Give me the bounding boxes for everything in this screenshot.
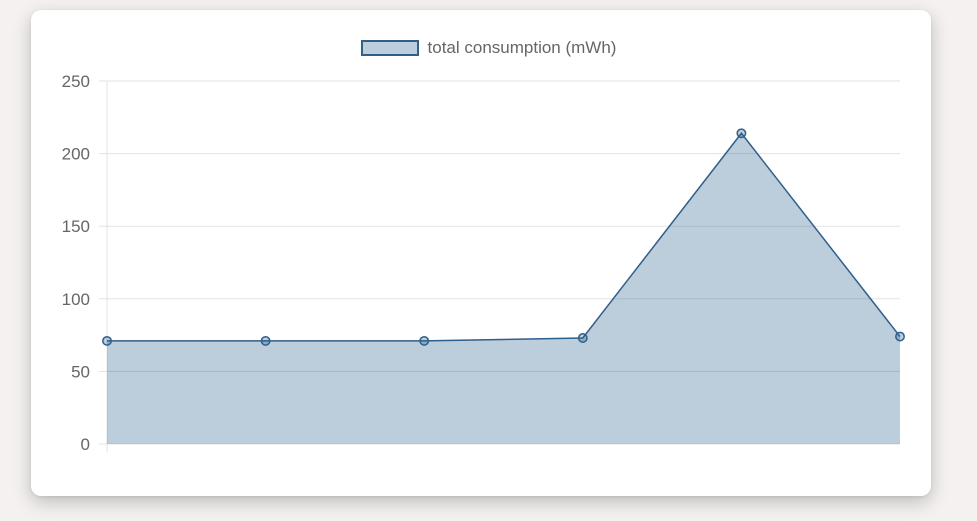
series-layer — [107, 132, 901, 444]
y-tick-label: 150 — [62, 217, 90, 236]
data-point — [102, 335, 112, 346]
y-tick-label: 250 — [62, 72, 90, 91]
legend-item-total-consumption[interactable]: total consumption (mWh) — [360, 38, 617, 58]
y-tick-label: 0 — [81, 435, 90, 454]
legend-swatch — [360, 40, 419, 56]
data-point — [736, 128, 747, 139]
y-tick-label: 50 — [71, 362, 90, 381]
y-tick-label: 200 — [62, 145, 90, 164]
y-axis-ticks: 0 50 100 150 200 250 — [62, 72, 90, 454]
series-area-fill — [107, 133, 900, 444]
data-point — [895, 331, 905, 342]
y-tick-label: 100 — [62, 290, 90, 309]
chart-legend: total consumption (mWh) — [0, 38, 977, 58]
data-point — [260, 335, 271, 346]
data-point — [419, 335, 430, 346]
data-point — [577, 333, 588, 343]
legend-label: total consumption (mWh) — [427, 38, 617, 57]
consumption-area-chart: 0 50 100 150 200 250 — [62, 72, 905, 454]
